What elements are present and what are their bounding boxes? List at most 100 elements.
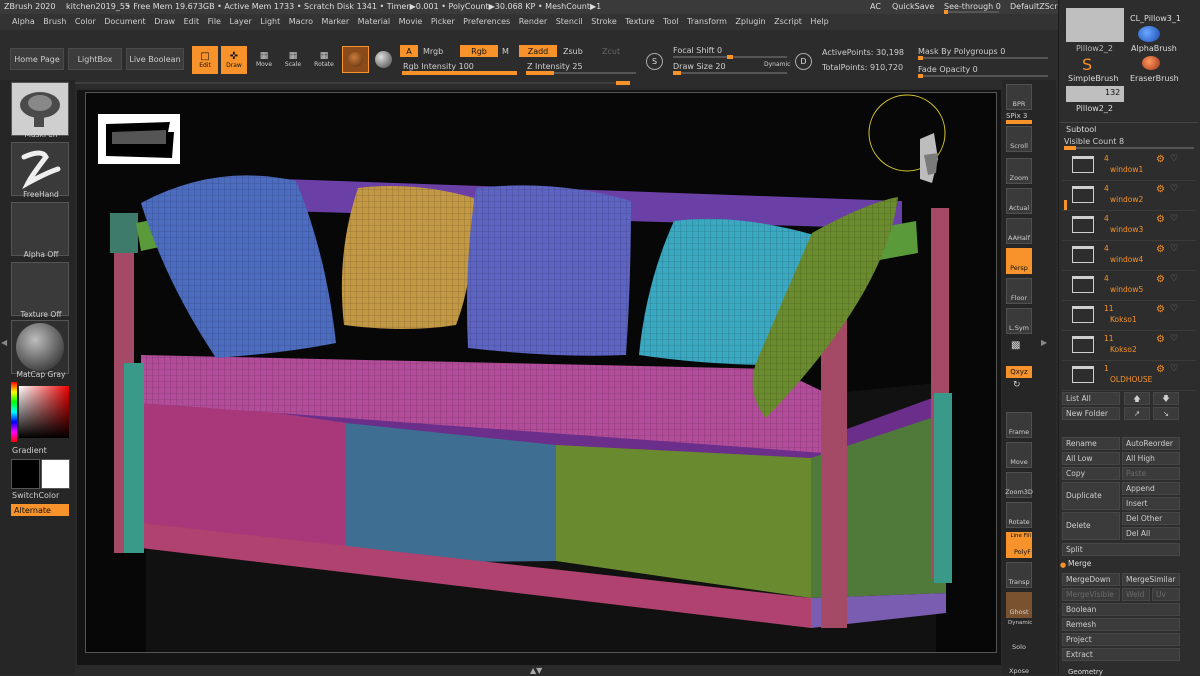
del-all-button[interactable]: Del All <box>1122 527 1180 540</box>
gear-icon[interactable]: ⚙ <box>1156 244 1165 255</box>
draw-button[interactable]: ✜ Draw <box>221 46 247 74</box>
persp-button[interactable]: Persp <box>1006 248 1032 274</box>
duplicate-button[interactable]: Duplicate <box>1062 482 1120 510</box>
lsym-button[interactable]: L.Sym <box>1006 308 1032 334</box>
m-button[interactable]: M <box>502 47 509 56</box>
extract-button[interactable]: Extract <box>1062 648 1180 661</box>
matcap-tile[interactable] <box>11 320 69 374</box>
transp-button[interactable]: Transp <box>1006 562 1032 588</box>
xyz-button[interactable]: Qxyz <box>1006 366 1032 378</box>
right-shelf-collapse-icon[interactable]: ▶ <box>1041 338 1047 347</box>
all-low-button[interactable]: All Low <box>1062 452 1120 465</box>
subtool-row[interactable]: 11 Kokso1 ⚙ ♡ <box>1062 302 1196 331</box>
zadd-button[interactable]: Zadd <box>519 45 557 57</box>
subtool-header[interactable]: Subtool <box>1066 125 1096 134</box>
menu-material[interactable]: Material <box>358 17 391 26</box>
menu-edit[interactable]: Edit <box>184 17 200 26</box>
rotate-button[interactable]: ▦ Rotate <box>311 46 337 72</box>
pillow-tool-thumb-top[interactable] <box>1066 8 1124 42</box>
menu-draw[interactable]: Draw <box>154 17 175 26</box>
menu-document[interactable]: Document <box>104 17 145 26</box>
menu-macro[interactable]: Macro <box>289 17 313 26</box>
edit-button[interactable]: □ Edit <box>192 46 218 74</box>
secondary-color-swatch[interactable] <box>11 459 40 489</box>
gear-icon[interactable]: ⚙ <box>1156 334 1165 345</box>
move-view-button[interactable]: Move <box>1006 442 1032 468</box>
move-next-button[interactable]: ↗ <box>1124 407 1150 420</box>
subtool-scroll-indicator[interactable] <box>1064 200 1067 210</box>
subtool-row[interactable]: 4 window4 ⚙ ♡ <box>1062 242 1196 271</box>
fade-opacity-slider[interactable] <box>918 74 1048 78</box>
new-folder-button[interactable]: New Folder <box>1062 407 1120 420</box>
maskpen-brush-tile[interactable] <box>11 82 69 136</box>
a-button[interactable]: A <box>400 45 418 57</box>
focal-shift-slider[interactable] <box>673 55 787 59</box>
gear-icon[interactable]: ⚙ <box>1156 274 1165 285</box>
autoreorder-button[interactable]: AutoReorder <box>1122 437 1180 450</box>
insert-button[interactable]: Insert <box>1122 497 1180 510</box>
zoom3d-button[interactable]: Zoom3D <box>1005 472 1033 498</box>
subtool-row[interactable]: 11 Kokso2 ⚙ ♡ <box>1062 332 1196 361</box>
menu-stroke[interactable]: Stroke <box>591 17 617 26</box>
mergesimilar-button[interactable]: MergeSimilar <box>1122 573 1180 586</box>
freehand-stroke-tile[interactable] <box>11 142 69 196</box>
live-boolean-button[interactable]: Live Boolean <box>126 48 184 70</box>
gear-icon[interactable]: ⚙ <box>1156 304 1165 315</box>
menu-marker[interactable]: Marker <box>321 17 349 26</box>
mrgb-button[interactable]: Mrgb <box>423 47 443 56</box>
home-page-button[interactable]: Home Page <box>10 48 64 70</box>
menu-zplugin[interactable]: Zplugin <box>735 17 765 26</box>
saturation-square[interactable] <box>19 386 69 438</box>
merge-section-header[interactable]: Merge <box>1065 558 1180 571</box>
split-button[interactable]: Split <box>1062 543 1180 556</box>
move-button[interactable]: ▦ Move <box>252 46 276 72</box>
lightbox-button[interactable]: LightBox <box>68 48 122 70</box>
rename-button[interactable]: Rename <box>1062 437 1120 450</box>
visibility-eye-icon[interactable]: ♡ <box>1170 364 1178 374</box>
subtool-row[interactable]: 4 window2 ⚙ ♡ <box>1062 182 1196 211</box>
actual-button[interactable]: Actual <box>1006 188 1032 214</box>
alphabrush-icon[interactable] <box>1138 26 1160 42</box>
copy-button[interactable]: Copy <box>1062 467 1120 480</box>
gear-icon[interactable]: ⚙ <box>1156 154 1165 165</box>
xpose-button[interactable]: Xpose <box>1006 650 1032 676</box>
menu-stencil[interactable]: Stencil <box>556 17 583 26</box>
menu-layer[interactable]: Layer <box>229 17 251 26</box>
visibility-eye-icon[interactable]: ♡ <box>1170 154 1178 164</box>
document-canvas[interactable] <box>85 92 997 653</box>
navigation-thumbnail[interactable] <box>98 114 180 164</box>
alternate-button[interactable]: Alternate <box>11 504 69 516</box>
see-through-track[interactable] <box>944 10 999 14</box>
z-intensity-slider[interactable] <box>526 71 636 75</box>
zsub-button[interactable]: Zsub <box>563 47 583 56</box>
menu-help[interactable]: Help <box>810 17 828 26</box>
zcut-button[interactable]: Zcut <box>602 47 620 56</box>
dynamic-toggle[interactable]: Dynamic <box>764 61 790 68</box>
left-shelf-collapse-icon[interactable]: ◀ <box>1 338 7 347</box>
del-other-button[interactable]: Del Other <box>1122 512 1180 525</box>
subtool-row[interactable]: 4 window1 ⚙ ♡ <box>1062 152 1196 181</box>
menu-picker[interactable]: Picker <box>431 17 455 26</box>
remesh-button[interactable]: Remesh <box>1062 618 1180 631</box>
draw-size-slider[interactable] <box>673 71 787 75</box>
menu-brush[interactable]: Brush <box>43 17 66 26</box>
menu-light[interactable]: Light <box>260 17 280 26</box>
frame-button[interactable]: Frame <box>1006 412 1032 438</box>
bpr-button[interactable]: BPR <box>1006 84 1032 110</box>
see-through-slider[interactable]: See-through 0 <box>944 2 1001 11</box>
visibility-eye-icon[interactable]: ♡ <box>1170 184 1178 194</box>
paste-button[interactable]: Paste <box>1122 467 1180 480</box>
menu-texture[interactable]: Texture <box>625 17 654 26</box>
eraserbrush-icon[interactable] <box>1142 56 1160 70</box>
orientation-gizmo[interactable] <box>862 93 974 183</box>
uv-button[interactable]: Uv <box>1152 588 1180 601</box>
aahalf-button[interactable]: AAHalf <box>1006 218 1032 244</box>
quicksave-button[interactable]: QuickSave <box>892 2 934 11</box>
hue-strip[interactable] <box>11 382 17 442</box>
menu-render[interactable]: Render <box>519 17 547 26</box>
visibility-eye-icon[interactable]: ♡ <box>1170 334 1178 344</box>
rotate-view-button[interactable]: Rotate <box>1006 502 1032 528</box>
rgb-button[interactable]: Rgb <box>460 45 498 57</box>
lock-icon[interactable]: ▩ <box>1011 340 1020 351</box>
spix-slider[interactable] <box>1006 120 1032 124</box>
